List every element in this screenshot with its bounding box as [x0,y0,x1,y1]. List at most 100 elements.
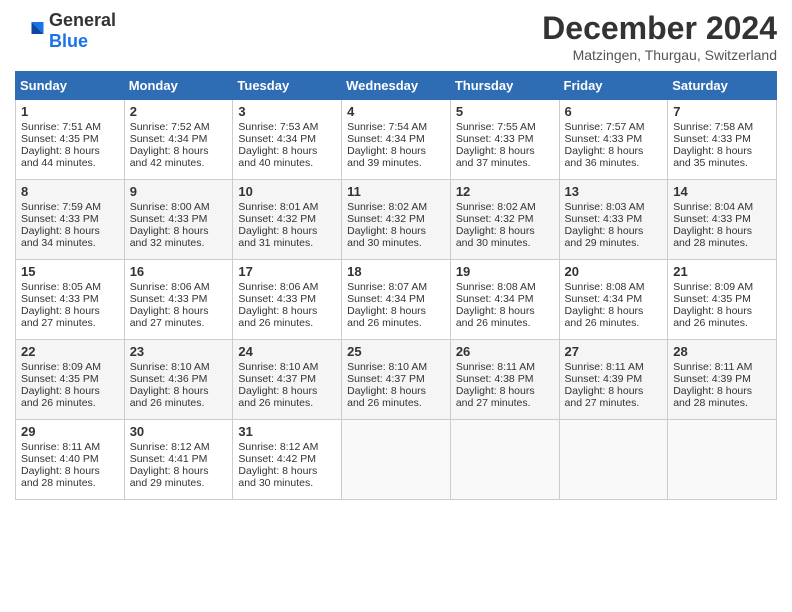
daylight-text: Daylight: 8 hours and 28 minutes. [21,465,119,489]
col-wednesday: Wednesday [342,72,451,100]
table-cell: 5Sunrise: 7:55 AMSunset: 4:33 PMDaylight… [450,100,559,180]
daylight-text: Daylight: 8 hours and 26 minutes. [347,385,445,409]
day-number: 8 [21,184,119,199]
day-number: 29 [21,424,119,439]
sunset-text: Sunset: 4:32 PM [456,213,554,225]
sunset-text: Sunset: 4:33 PM [130,213,228,225]
daylight-text: Daylight: 8 hours and 29 minutes. [130,465,228,489]
sunrise-text: Sunrise: 8:00 AM [130,201,228,213]
daylight-text: Daylight: 8 hours and 31 minutes. [238,225,336,249]
daylight-text: Daylight: 8 hours and 34 minutes. [21,225,119,249]
sunset-text: Sunset: 4:32 PM [347,213,445,225]
logo-icon [15,16,45,46]
sunrise-text: Sunrise: 7:59 AM [21,201,119,213]
table-cell: 30Sunrise: 8:12 AMSunset: 4:41 PMDayligh… [124,420,233,500]
logo: General Blue [15,10,116,52]
day-number: 12 [456,184,554,199]
sunset-text: Sunset: 4:34 PM [456,293,554,305]
table-cell: 21Sunrise: 8:09 AMSunset: 4:35 PMDayligh… [668,260,777,340]
week-row-3: 15Sunrise: 8:05 AMSunset: 4:33 PMDayligh… [16,260,777,340]
day-number: 18 [347,264,445,279]
col-sunday: Sunday [16,72,125,100]
month-title: December 2024 [542,10,777,47]
table-cell: 27Sunrise: 8:11 AMSunset: 4:39 PMDayligh… [559,340,668,420]
table-cell: 26Sunrise: 8:11 AMSunset: 4:38 PMDayligh… [450,340,559,420]
sunrise-text: Sunrise: 7:51 AM [21,121,119,133]
sunrise-text: Sunrise: 8:08 AM [456,281,554,293]
daylight-text: Daylight: 8 hours and 37 minutes. [456,145,554,169]
sunset-text: Sunset: 4:42 PM [238,453,336,465]
daylight-text: Daylight: 8 hours and 27 minutes. [130,305,228,329]
table-cell [668,420,777,500]
sunrise-text: Sunrise: 8:07 AM [347,281,445,293]
sunset-text: Sunset: 4:34 PM [347,293,445,305]
sunrise-text: Sunrise: 8:02 AM [456,201,554,213]
sunset-text: Sunset: 4:39 PM [565,373,663,385]
day-number: 22 [21,344,119,359]
daylight-text: Daylight: 8 hours and 28 minutes. [673,225,771,249]
sunset-text: Sunset: 4:34 PM [238,133,336,145]
col-tuesday: Tuesday [233,72,342,100]
sunrise-text: Sunrise: 8:05 AM [21,281,119,293]
table-cell [450,420,559,500]
sunrise-text: Sunrise: 8:04 AM [673,201,771,213]
day-number: 30 [130,424,228,439]
daylight-text: Daylight: 8 hours and 32 minutes. [130,225,228,249]
table-cell: 9 Sunrise: 8:00 AMSunset: 4:33 PMDaylight… [124,180,233,260]
sunrise-text: Sunrise: 8:10 AM [347,361,445,373]
logo-general-text: General [49,10,116,30]
day-number: 6 [565,104,663,119]
daylight-text: Daylight: 8 hours and 30 minutes. [456,225,554,249]
sunset-text: Sunset: 4:36 PM [130,373,228,385]
daylight-text: Daylight: 8 hours and 39 minutes. [347,145,445,169]
day-number: 3 [238,104,336,119]
sunset-text: Sunset: 4:33 PM [565,213,663,225]
sunrise-text: Sunrise: 8:10 AM [130,361,228,373]
sunset-text: Sunset: 4:38 PM [456,373,554,385]
day-number: 21 [673,264,771,279]
col-saturday: Saturday [668,72,777,100]
daylight-text: Daylight: 8 hours and 35 minutes. [673,145,771,169]
sunrise-text: Sunrise: 8:01 AM [238,201,336,213]
day-number: 24 [238,344,336,359]
daylight-text: Daylight: 8 hours and 27 minutes. [21,305,119,329]
sunrise-text: Sunrise: 8:11 AM [673,361,771,373]
page-header: General Blue December 2024 Matzingen, Th… [15,10,777,63]
sunset-text: Sunset: 4:37 PM [238,373,336,385]
table-cell: 12 Sunrise: 8:02 AMSunset: 4:32 PMDayligh… [450,180,559,260]
daylight-text: Daylight: 8 hours and 44 minutes. [21,145,119,169]
location-text: Matzingen, Thurgau, Switzerland [542,47,777,63]
sunset-text: Sunset: 4:33 PM [456,133,554,145]
daylight-text: Daylight: 8 hours and 36 minutes. [565,145,663,169]
sunset-text: Sunset: 4:37 PM [347,373,445,385]
daylight-text: Daylight: 8 hours and 26 minutes. [565,305,663,329]
sunset-text: Sunset: 4:33 PM [21,293,119,305]
sunrise-text: Sunrise: 7:54 AM [347,121,445,133]
day-number: 7 [673,104,771,119]
daylight-text: Daylight: 8 hours and 30 minutes. [347,225,445,249]
sunrise-text: Sunrise: 8:06 AM [238,281,336,293]
day-number: 14 [673,184,771,199]
daylight-text: Daylight: 8 hours and 42 minutes. [130,145,228,169]
day-number: 1 [21,104,119,119]
daylight-text: Daylight: 8 hours and 26 minutes. [347,305,445,329]
sunset-text: Sunset: 4:35 PM [673,293,771,305]
sunset-text: Sunset: 4:35 PM [21,373,119,385]
table-cell: 4Sunrise: 7:54 AMSunset: 4:34 PMDaylight… [342,100,451,180]
sunset-text: Sunset: 4:33 PM [673,213,771,225]
day-number: 25 [347,344,445,359]
day-number: 9 [130,184,228,199]
table-cell: 31Sunrise: 8:12 AMSunset: 4:42 PMDayligh… [233,420,342,500]
sunrise-text: Sunrise: 7:57 AM [565,121,663,133]
calendar-table: Sunday Monday Tuesday Wednesday Thursday… [15,71,777,500]
sunset-text: Sunset: 4:32 PM [238,213,336,225]
table-cell: 2Sunrise: 7:52 AMSunset: 4:34 PMDaylight… [124,100,233,180]
week-row-1: 1Sunrise: 7:51 AMSunset: 4:35 PMDaylight… [16,100,777,180]
day-number: 15 [21,264,119,279]
daylight-text: Daylight: 8 hours and 29 minutes. [565,225,663,249]
day-number: 27 [565,344,663,359]
table-cell: 18 Sunrise: 8:07 AMSunset: 4:34 PMDayligh… [342,260,451,340]
day-number: 23 [130,344,228,359]
sunrise-text: Sunrise: 8:11 AM [565,361,663,373]
week-row-4: 22Sunrise: 8:09 AMSunset: 4:35 PMDayligh… [16,340,777,420]
